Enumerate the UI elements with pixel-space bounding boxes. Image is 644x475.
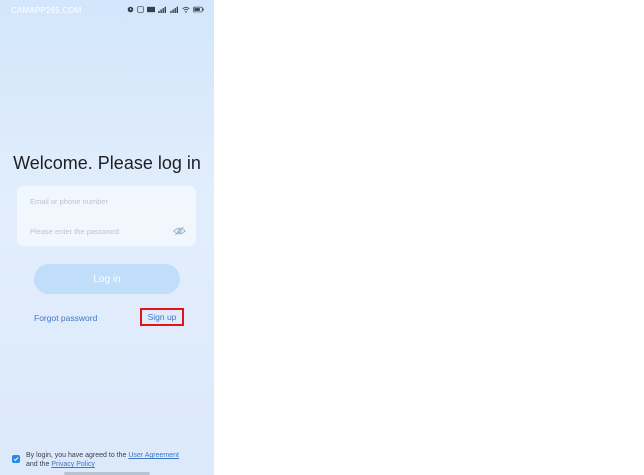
- status-icons: [127, 6, 204, 13]
- email-row: [30, 191, 186, 211]
- email-input[interactable]: [30, 196, 170, 206]
- user-agreement-link[interactable]: User Agreement: [128, 452, 179, 459]
- status-time: CAMAPP265.COM: [11, 6, 82, 15]
- agreement-checkbox[interactable]: [12, 455, 20, 463]
- check-icon: [13, 457, 19, 462]
- privacy-policy-link[interactable]: Privacy Policy: [51, 461, 95, 468]
- agreement-text: By login, you have agreed to the User Ag…: [26, 451, 201, 469]
- battery-icon: [193, 6, 204, 13]
- hd-icon: [147, 6, 155, 13]
- password-row: [30, 221, 186, 241]
- status-bar: CAMAPP265.COM: [0, 0, 214, 22]
- password-input[interactable]: [30, 226, 170, 236]
- nfc-icon: [137, 6, 144, 13]
- wifi-icon: [182, 6, 190, 13]
- login-form-card: [17, 186, 196, 246]
- signal-icon: [170, 6, 179, 13]
- agreement-row: By login, you have agreed to the User Ag…: [12, 451, 201, 469]
- page-title: Welcome. Please log in: [13, 153, 201, 173]
- eye-hidden-icon[interactable]: [173, 226, 186, 236]
- forgot-password-link[interactable]: Forgot password: [34, 313, 97, 323]
- signal-icon: [158, 6, 167, 13]
- login-button[interactable]: Log in: [34, 264, 180, 294]
- alarm-icon: [127, 6, 134, 13]
- login-screen: CAMAPP265.COM Welcome. Please log in Ema…: [0, 0, 214, 475]
- agreement-and: and the: [26, 461, 50, 468]
- sign-up-link[interactable]: Sign up: [140, 308, 184, 326]
- agreement-prefix: By login, you have agreed to the: [26, 452, 127, 459]
